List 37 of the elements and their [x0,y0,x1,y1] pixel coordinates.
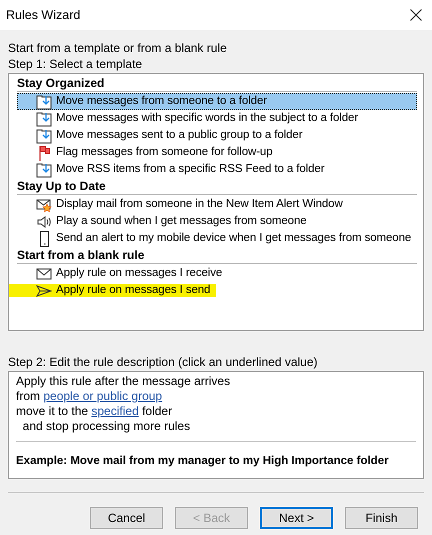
intro-text: Start from a template or from a blank rule [8,40,228,56]
template-item[interactable]: Apply rule on messages I send [9,282,216,299]
template-item[interactable]: Move messages sent to a public group to a folder [17,127,417,144]
envelope-star-icon [36,196,52,212]
step-label: Step 1: Select a template [8,56,144,72]
close-icon[interactable] [410,9,422,21]
description-text: folder [141,404,172,418]
description-link[interactable]: specified [91,404,139,418]
group-header: Stay Organized [17,75,417,92]
window-title: Rules Wizard [6,6,80,24]
template-item[interactable]: Flag messages from someone for follow-up [17,144,417,161]
template-item[interactable]: Display mail from someone in the New Item Alert Window [17,196,417,213]
template-item[interactable]: Play a sound when I get messages from someone [17,213,417,230]
paper-plane-icon [36,282,52,298]
envelope-icon [36,266,52,282]
folder-arrow-icon [36,94,52,110]
template-item[interactable]: Move messages from someone to a folder [17,93,417,110]
example-text: Example: Move mail from my manager to my High Importance folder [16,455,389,467]
template-item[interactable]: Apply rule on messages I receive [17,265,417,282]
folder-arrow-icon [36,162,52,178]
group-header: Stay Up to Date [17,178,417,195]
description-text: and stop processing more rules [22,419,190,433]
speaker-icon [36,214,52,230]
folder-arrow-icon [36,128,52,144]
step-label: Step 2: Edit the rule description (click an underlined value) [8,354,319,370]
dialog-button[interactable]: Next > [260,507,333,529]
folder-arrow-icon [36,110,52,126]
dialog-button[interactable]: Cancel [90,507,163,529]
template-item[interactable]: Move messages with specific words in the subject to a folder [17,110,417,127]
template-item[interactable]: Move RSS items from a specific RSS Feed to a folder [17,161,417,178]
description-text: move it to the [16,404,90,418]
dialog-button[interactable]: Finish [345,507,418,529]
description-link[interactable]: people or public group [43,389,162,403]
template-item[interactable]: Send an alert to my mobile device when I get messages from someone [17,230,417,247]
group-header: Start from a blank rule [17,247,417,264]
description-text: from [16,389,41,403]
description-text: Apply this rule after the message arrives [16,374,230,388]
